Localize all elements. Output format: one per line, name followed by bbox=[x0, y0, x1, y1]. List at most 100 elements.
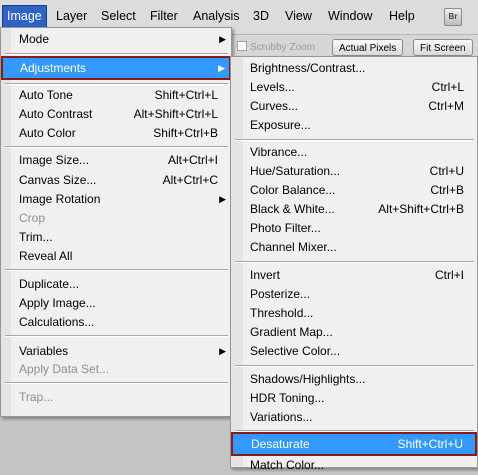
menu-item-levels[interactable]: Levels... Ctrl+L bbox=[231, 78, 477, 97]
separator bbox=[5, 335, 228, 337]
menu-item-shortcut: Shift+Ctrl+L bbox=[154, 88, 218, 102]
menu-item-label: Curves... bbox=[250, 99, 299, 113]
menu-item-image-size[interactable]: Image Size... Alt+Ctrl+I bbox=[1, 151, 231, 170]
menu-item-label: Channel Mixer... bbox=[250, 240, 337, 254]
menu-item-label: Selective Color... bbox=[250, 344, 341, 358]
menu-item-apply-image[interactable]: Apply Image... bbox=[1, 294, 231, 313]
menu-item-trim[interactable]: Trim... bbox=[1, 228, 231, 247]
menu-item-shortcut: Shift+Ctrl+U bbox=[397, 437, 463, 451]
menu-item-label: Photo Filter... bbox=[250, 221, 321, 235]
menu-item-crop: Crop bbox=[1, 209, 231, 228]
menu-item-label: Exposure... bbox=[250, 118, 311, 132]
menu-item-label: Brightness/Contrast... bbox=[250, 61, 366, 75]
menu-item-label: Trim... bbox=[19, 230, 53, 244]
menu-item-black-white[interactable]: Black & White... Alt+Shift+Ctrl+B bbox=[231, 200, 477, 219]
menu-view[interactable]: View bbox=[285, 5, 312, 28]
menu-item-label: Calculations... bbox=[19, 315, 95, 329]
menu-item-auto-tone[interactable]: Auto Tone Shift+Ctrl+L bbox=[1, 86, 231, 105]
menu-item-shortcut: Ctrl+B bbox=[430, 183, 464, 197]
menu-item-shortcut: Alt+Shift+Ctrl+L bbox=[133, 107, 218, 121]
menu-item-variables[interactable]: Variables ▶ bbox=[1, 342, 231, 361]
menu-item-shadows-highlights[interactable]: Shadows/Highlights... bbox=[231, 370, 477, 389]
menu-help[interactable]: Help bbox=[389, 5, 415, 28]
menu-item-label: Shadows/Highlights... bbox=[250, 372, 366, 386]
menu-item-invert[interactable]: Invert Ctrl+I bbox=[231, 266, 477, 285]
menu-item-shortcut: Alt+Ctrl+I bbox=[167, 153, 218, 167]
actual-pixels-button[interactable]: Actual Pixels bbox=[332, 39, 404, 56]
separator bbox=[235, 430, 474, 432]
adjustments-submenu: Brightness/Contrast... Levels... Ctrl+L … bbox=[230, 56, 478, 472]
menu-item-desaturate[interactable]: Desaturate Shift+Ctrl+U bbox=[231, 432, 477, 456]
menu-item-shortcut: Ctrl+I bbox=[434, 268, 464, 282]
fit-screen-button[interactable]: Fit Screen bbox=[413, 39, 473, 56]
menu-select[interactable]: Select bbox=[101, 5, 136, 28]
menu-item-shortcut: Ctrl+L bbox=[431, 80, 464, 94]
checkbox-icon bbox=[237, 41, 247, 51]
menu-item-label: HDR Toning... bbox=[250, 391, 325, 405]
menu-item-auto-color[interactable]: Auto Color Shift+Ctrl+B bbox=[1, 124, 231, 143]
menu-item-label: Vibrance... bbox=[250, 145, 308, 159]
menu-item-brightness-contrast[interactable]: Brightness/Contrast... bbox=[231, 59, 477, 78]
menu-analysis[interactable]: Analysis bbox=[193, 5, 240, 28]
menu-item-label: Gradient Map... bbox=[250, 325, 333, 339]
menu-item-label: Color Balance... bbox=[250, 183, 336, 197]
menu-image[interactable]: Image bbox=[2, 5, 47, 28]
menu-item-shortcut: Shift+Ctrl+B bbox=[153, 126, 218, 140]
menu-item-photo-filter[interactable]: Photo Filter... bbox=[231, 219, 477, 238]
menu-item-apply-data-set: Apply Data Set... bbox=[1, 360, 231, 379]
scrubby-zoom-checkbox[interactable]: Scrubby Zoom bbox=[237, 41, 315, 53]
menu-item-label: Duplicate... bbox=[19, 277, 80, 291]
menu-item-gradient-map[interactable]: Gradient Map... bbox=[231, 323, 477, 342]
menu-item-auto-contrast[interactable]: Auto Contrast Alt+Shift+Ctrl+L bbox=[1, 105, 231, 124]
separator bbox=[5, 146, 228, 148]
menu-item-image-rotation[interactable]: Image Rotation ▶ bbox=[1, 190, 231, 209]
menu-item-selective-color[interactable]: Selective Color... bbox=[231, 342, 477, 361]
menu-item-threshold[interactable]: Threshold... bbox=[231, 304, 477, 323]
menu-item-label: Auto Color bbox=[19, 126, 76, 140]
separator bbox=[5, 382, 228, 384]
menu-item-canvas-size[interactable]: Canvas Size... Alt+Ctrl+C bbox=[1, 171, 231, 190]
menu-item-mode[interactable]: Mode ▶ bbox=[1, 30, 231, 49]
menu-item-label: Apply Data Set... bbox=[19, 362, 110, 376]
submenu-arrow-icon: ▶ bbox=[219, 34, 226, 44]
submenu-arrow-icon: ▶ bbox=[218, 63, 225, 73]
menu-item-channel-mixer[interactable]: Channel Mixer... bbox=[231, 238, 477, 257]
bridge-icon[interactable]: Br bbox=[444, 8, 462, 26]
submenu-arrow-icon: ▶ bbox=[219, 194, 226, 204]
menu-item-label: Canvas Size... bbox=[19, 173, 97, 187]
menu-item-label: Variables bbox=[19, 344, 69, 358]
menu-filter[interactable]: Filter bbox=[150, 5, 178, 28]
menu-item-label: Match Color... bbox=[250, 458, 325, 472]
menu-item-label: Posterize... bbox=[250, 287, 311, 301]
menu-item-shortcut: Alt+Ctrl+C bbox=[162, 173, 218, 187]
menu-item-label: Desaturate bbox=[251, 437, 310, 451]
menu-item-label: Crop bbox=[19, 211, 46, 225]
menu-3d[interactable]: 3D bbox=[253, 5, 269, 28]
menu-item-label: Variations... bbox=[250, 410, 313, 424]
menu-item-label: Black & White... bbox=[250, 202, 335, 216]
menu-item-calculations[interactable]: Calculations... bbox=[1, 313, 231, 332]
menu-item-adjustments[interactable]: Adjustments ▶ bbox=[1, 56, 231, 80]
menu-item-trap: Trap... bbox=[1, 388, 231, 407]
menu-item-shortcut: Ctrl+U bbox=[429, 164, 464, 178]
separator bbox=[235, 261, 474, 263]
separator bbox=[5, 83, 228, 85]
menu-item-label: Threshold... bbox=[250, 306, 314, 320]
scrubby-zoom-label: Scrubby Zoom bbox=[250, 42, 316, 53]
menu-item-match-color[interactable]: Match Color... bbox=[231, 456, 477, 475]
menu-item-hdr-toning[interactable]: HDR Toning... bbox=[231, 389, 477, 408]
menu-window[interactable]: Window bbox=[328, 5, 372, 28]
menu-item-curves[interactable]: Curves... Ctrl+M bbox=[231, 97, 477, 116]
menu-item-exposure[interactable]: Exposure... bbox=[231, 116, 477, 135]
menu-item-hue-saturation[interactable]: Hue/Saturation... Ctrl+U bbox=[231, 162, 477, 181]
menu-item-duplicate[interactable]: Duplicate... bbox=[1, 275, 231, 294]
menu-layer[interactable]: Layer bbox=[56, 5, 87, 28]
image-menu: Mode ▶ Adjustments ▶ Auto Tone Shift+Ctr… bbox=[0, 27, 232, 417]
menu-item-label: Image Rotation bbox=[19, 192, 101, 206]
menu-item-variations[interactable]: Variations... bbox=[231, 408, 477, 427]
menu-item-posterize[interactable]: Posterize... bbox=[231, 285, 477, 304]
menu-item-label: Levels... bbox=[250, 80, 295, 94]
menu-item-reveal-all[interactable]: Reveal All bbox=[1, 247, 231, 266]
menu-item-color-balance[interactable]: Color Balance... Ctrl+B bbox=[231, 181, 477, 200]
menu-item-vibrance[interactable]: Vibrance... bbox=[231, 143, 477, 162]
